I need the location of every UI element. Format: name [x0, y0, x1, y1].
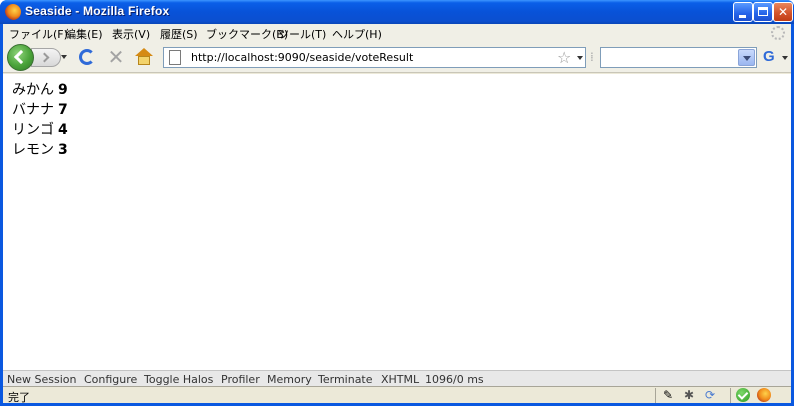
close-icon: ✕: [777, 5, 789, 19]
status-text: 完了: [8, 391, 30, 404]
terminate-link[interactable]: Terminate: [318, 373, 373, 386]
home-icon[interactable]: [135, 48, 153, 66]
forward-button[interactable]: [31, 48, 61, 67]
memory-link[interactable]: Memory: [267, 373, 312, 386]
menu-history[interactable]: 履歴(S): [160, 26, 198, 42]
menu-tools[interactable]: ツール(T): [278, 26, 326, 42]
vote-count: 7: [58, 102, 68, 118]
menu-help[interactable]: ヘルプ(H): [332, 26, 382, 42]
menu-view[interactable]: 表示(V): [112, 26, 150, 42]
vote-name: バナナ: [12, 102, 54, 118]
new-session-link[interactable]: New Session: [7, 373, 76, 386]
back-button[interactable]: [7, 44, 34, 71]
minimize-icon: [739, 15, 746, 18]
menu-bookmarks[interactable]: ブックマーク(B): [206, 26, 288, 42]
vote-result-list: みかん 9 バナナ 7 リンゴ 4 レモン 3: [12, 80, 68, 160]
vote-name: レモン: [12, 142, 54, 158]
title-bar[interactable]: Seaside - Mozilla Firefox ✕: [0, 0, 794, 24]
vote-count: 3: [58, 142, 68, 158]
render-time: 1096/0 ms: [425, 373, 484, 386]
menu-bar: ファイル(F) 編集(E) 表示(V) 履歴(S) ブックマーク(B) ツール(…: [3, 24, 791, 42]
menu-file[interactable]: ファイル(F): [9, 26, 68, 42]
status-bar: 完了 ✎ ✱ ⟳: [3, 386, 791, 404]
history-dropdown-icon[interactable]: [61, 55, 67, 59]
menu-edit[interactable]: 編集(E): [65, 26, 103, 42]
addon-icon[interactable]: [757, 388, 771, 402]
home-body: [138, 56, 150, 65]
stop-icon[interactable]: ✕: [106, 47, 126, 67]
vote-name: リンゴ: [12, 122, 54, 138]
client-area: ファイル(F) 編集(E) 表示(V) 履歴(S) ブックマーク(B) ツール(…: [3, 24, 791, 404]
maximize-icon: [758, 7, 768, 16]
configure-link[interactable]: Configure: [84, 373, 137, 386]
throbber-icon: [771, 26, 785, 40]
page-icon: [169, 50, 181, 65]
seaside-toolbar: New Session Configure Toggle Halos Profi…: [3, 370, 791, 386]
vote-row: リンゴ 4: [12, 120, 68, 140]
bookmark-star-icon[interactable]: ☆: [557, 48, 571, 67]
search-dropdown-icon[interactable]: [738, 49, 755, 66]
firefox-icon: [5, 4, 21, 20]
sync-icon[interactable]: ⟳: [705, 388, 719, 402]
browser-window: Seaside - Mozilla Firefox ✕ ファイル(F) 編集(E…: [0, 0, 794, 406]
search-input[interactable]: [600, 47, 757, 68]
xhtml-link[interactable]: XHTML: [381, 373, 419, 386]
home-roof: [135, 48, 153, 56]
toggle-halos-link[interactable]: Toggle Halos: [144, 373, 213, 386]
url-bar[interactable]: http://localhost:9090/seaside/voteResult…: [163, 47, 586, 68]
vote-row: バナナ 7: [12, 100, 68, 120]
minimize-button[interactable]: [733, 2, 753, 22]
toolbar-grip-icon[interactable]: ⁞: [590, 48, 596, 67]
css-edit-icon[interactable]: ✎: [663, 388, 677, 402]
vote-row: みかん 9: [12, 80, 68, 100]
status-divider: [730, 388, 731, 403]
vote-count: 4: [58, 122, 68, 138]
validation-ok-icon[interactable]: [736, 388, 750, 402]
page-content: みかん 9 バナナ 7 リンゴ 4 レモン 3: [3, 74, 791, 370]
profiler-link[interactable]: Profiler: [221, 373, 260, 386]
close-button[interactable]: ✕: [773, 2, 793, 22]
vote-name: みかん: [12, 82, 54, 98]
search-engine-icon[interactable]: G: [763, 48, 779, 66]
search-engine-dropdown-icon[interactable]: [782, 56, 788, 60]
maximize-button[interactable]: [753, 2, 773, 22]
vote-row: レモン 3: [12, 140, 68, 160]
url-text[interactable]: http://localhost:9090/seaside/voteResult: [191, 51, 413, 64]
window-title: Seaside - Mozilla Firefox: [25, 4, 170, 18]
debug-icon[interactable]: ✱: [684, 388, 698, 402]
url-dropdown-icon[interactable]: [577, 56, 583, 60]
vote-count: 9: [58, 82, 68, 98]
reload-icon[interactable]: [79, 49, 95, 65]
navigation-toolbar: ✕ http://localhost:9090/seaside/voteResu…: [3, 42, 791, 73]
status-divider: [655, 388, 656, 403]
